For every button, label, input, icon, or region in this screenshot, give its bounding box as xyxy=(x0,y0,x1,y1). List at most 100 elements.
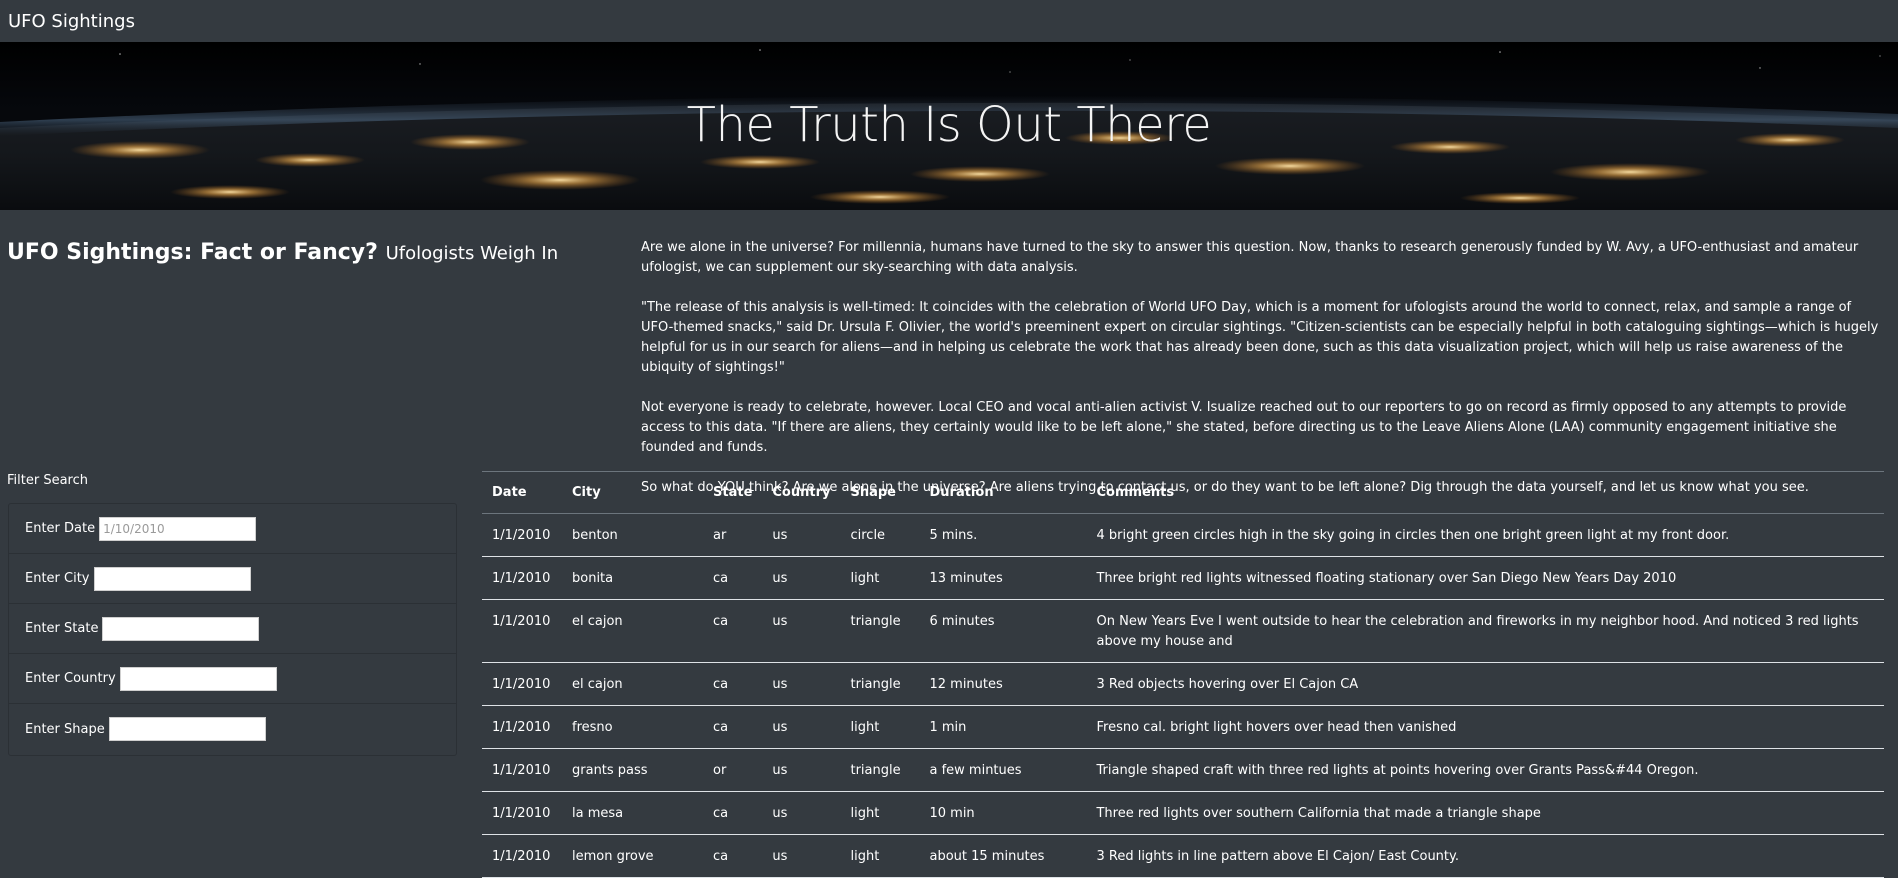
intro-title: UFO Sightings: Fact or Fancy? xyxy=(7,240,378,265)
cell-state: ar xyxy=(703,513,763,557)
table-row: 1/1/2010 fresno ca us light 1 min Fresno cal. … xyxy=(482,705,1884,749)
shape-label: Enter Shape xyxy=(25,721,105,737)
cell-duration: about 15 minutes xyxy=(919,834,1087,878)
cell-date: 1/1/2010 xyxy=(482,513,562,557)
ufo-table: Date City State Country Shape Duration C… xyxy=(482,471,1884,878)
cell-state: ca xyxy=(703,556,763,600)
cell-country: us xyxy=(762,513,841,557)
cell-date: 1/1/2010 xyxy=(482,834,562,878)
column-header-city: City xyxy=(562,471,703,514)
cell-date: 1/1/2010 xyxy=(482,748,562,792)
cell-city: benton xyxy=(562,513,703,557)
cell-city: bonita xyxy=(562,556,703,600)
cell-country: us xyxy=(762,834,841,878)
cell-comments: Triangle shaped craft with three red lig… xyxy=(1086,748,1884,792)
cell-duration: a few mintues xyxy=(919,748,1087,792)
hero-banner: The Truth Is Out There xyxy=(0,42,1898,210)
filter-search-title: Filter Search xyxy=(7,473,88,488)
city-label: Enter City xyxy=(25,571,90,586)
table-body: 1/1/2010 benton ar us circle 5 mins. 4 bright … xyxy=(482,513,1884,878)
cell-date: 1/1/2010 xyxy=(482,791,562,835)
navbar-brand[interactable]: UFO Sightings xyxy=(8,11,135,32)
cell-shape: light xyxy=(840,834,920,878)
filter-row-city: Enter City xyxy=(9,554,456,604)
country-input[interactable] xyxy=(119,666,277,691)
article-paragraph: Not everyone is ready to celebrate, howe… xyxy=(641,400,1847,455)
cell-comments: 4 bright green circles high in the sky g… xyxy=(1086,513,1884,557)
cell-shape: light xyxy=(840,791,920,835)
table-header-row: Date City State Country Shape Duration C… xyxy=(482,471,1884,514)
country-label: Enter Country xyxy=(25,671,116,686)
filter-panel: Enter Date Enter City Enter State Enter … xyxy=(8,503,457,756)
table-row: 1/1/2010 el cajon ca us triangle 6 minutes On … xyxy=(482,599,1884,663)
cell-date: 1/1/2010 xyxy=(482,705,562,749)
column-header-date: Date xyxy=(482,471,562,514)
cell-shape: light xyxy=(840,556,920,600)
cell-duration: 6 minutes xyxy=(919,599,1087,663)
state-label: Enter State xyxy=(25,621,99,636)
date-input[interactable] xyxy=(99,516,257,541)
column-header-country: Country xyxy=(762,471,841,514)
cell-shape: triangle xyxy=(840,748,920,792)
cell-city: la mesa xyxy=(562,791,703,835)
cell-city: lemon grove xyxy=(562,834,703,878)
cell-shape: triangle xyxy=(840,599,920,663)
column-header-duration: Duration xyxy=(919,471,1087,514)
ufo-table-container: Date City State Country Shape Duration C… xyxy=(482,471,1884,878)
hero-title: The Truth Is Out There xyxy=(686,97,1212,153)
cell-country: us xyxy=(762,556,841,600)
cell-country: us xyxy=(762,705,841,749)
cell-comments: Three bright red lights witnessed floati… xyxy=(1086,556,1884,600)
intro-subtitle: Ufologists Weigh In xyxy=(385,243,559,264)
cell-comments: Fresno cal. bright light hovers over hea… xyxy=(1086,705,1884,749)
article-paragraph: "The release of this analysis is well-ti… xyxy=(641,300,1879,375)
cell-city: el cajon xyxy=(562,599,703,663)
table-row: 1/1/2010 lemon grove ca us light about 15 min… xyxy=(482,834,1884,878)
cell-duration: 1 min xyxy=(919,705,1087,749)
cell-duration: 10 min xyxy=(919,791,1087,835)
navbar: UFO Sightings xyxy=(0,0,1898,42)
filter-row-state: Enter State xyxy=(9,604,456,654)
cell-state: ca xyxy=(703,705,763,749)
cell-country: us xyxy=(762,662,841,706)
cell-comments: Three red lights over southern Californi… xyxy=(1086,791,1884,835)
cell-shape: light xyxy=(840,705,920,749)
shape-input[interactable] xyxy=(108,717,266,741)
intro-heading: UFO Sightings: Fact or Fancy? Ufologists… xyxy=(7,240,607,265)
column-header-state: State xyxy=(703,471,763,514)
filter-row-shape: Enter Shape xyxy=(9,704,456,754)
cell-comments: On New Years Eve I went outside to hear … xyxy=(1086,599,1884,663)
date-label: Enter Date xyxy=(25,521,96,536)
cell-state: ca xyxy=(703,791,763,835)
cell-state: ca xyxy=(703,834,763,878)
table-row: 1/1/2010 benton ar us circle 5 mins. 4 bright … xyxy=(482,513,1884,557)
city-input[interactable] xyxy=(93,566,251,591)
cell-city: grants pass xyxy=(562,748,703,792)
column-header-shape: Shape xyxy=(840,471,920,514)
cell-duration: 12 minutes xyxy=(919,662,1087,706)
cell-date: 1/1/2010 xyxy=(482,556,562,600)
cell-comments: 3 Red lights in line pattern above El Ca… xyxy=(1086,834,1884,878)
state-input[interactable] xyxy=(102,616,260,641)
cell-state: or xyxy=(703,748,763,792)
table-row: 1/1/2010 la mesa ca us light 10 min Three red … xyxy=(482,791,1884,835)
cell-date: 1/1/2010 xyxy=(482,662,562,706)
cell-duration: 5 mins. xyxy=(919,513,1087,557)
cell-date: 1/1/2010 xyxy=(482,599,562,663)
cell-state: ca xyxy=(703,662,763,706)
cell-city: el cajon xyxy=(562,662,703,706)
cell-country: us xyxy=(762,748,841,792)
cell-country: us xyxy=(762,791,841,835)
cell-state: ca xyxy=(703,599,763,663)
cell-duration: 13 minutes xyxy=(919,556,1087,600)
table-row: 1/1/2010 el cajon ca us triangle 12 minutes 3 … xyxy=(482,662,1884,706)
column-header-comments: Comments xyxy=(1086,471,1884,514)
table-row: 1/1/2010 bonita ca us light 13 minutes Three b… xyxy=(482,556,1884,600)
article-paragraph: Are we alone in the universe? For millen… xyxy=(641,240,1859,275)
cell-city: fresno xyxy=(562,705,703,749)
cell-shape: triangle xyxy=(840,662,920,706)
table-row: 1/1/2010 grants pass or us triangle a few min… xyxy=(482,748,1884,792)
cell-country: us xyxy=(762,599,841,663)
filter-row-country: Enter Country xyxy=(9,654,456,704)
filter-row-date: Enter Date xyxy=(9,504,456,554)
